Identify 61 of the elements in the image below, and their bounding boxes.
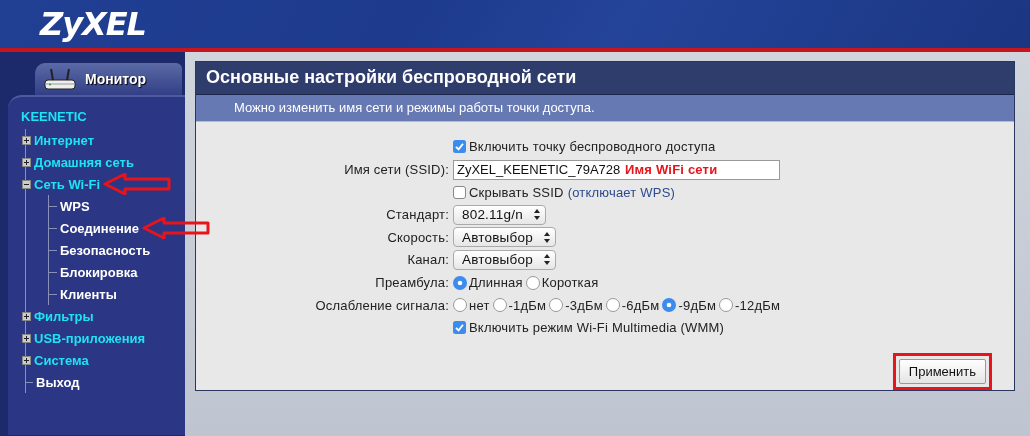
annotation-text: Имя WiFi сети <box>625 161 718 177</box>
updown-icon <box>542 230 551 244</box>
radio-button[interactable] <box>662 298 677 313</box>
submenu-item[interactable]: Клиенты <box>60 286 117 302</box>
apply-button[interactable]: Применить <box>898 359 986 384</box>
submenu-item[interactable]: Соединение <box>60 220 139 236</box>
field-label: Имя сети (SSID): <box>344 162 449 178</box>
radio-label: Длинная <box>469 275 523 290</box>
radio-button[interactable] <box>492 298 507 313</box>
radio-button[interactable] <box>605 298 620 313</box>
menu-item[interactable]: Фильтры <box>34 308 94 324</box>
updown-icon <box>542 253 551 267</box>
logo: ZyXEL <box>40 5 146 43</box>
radio-button[interactable] <box>525 275 540 290</box>
select-field[interactable]: Автовыбор <box>453 227 556 248</box>
radio-label: -3дБм <box>565 297 603 313</box>
radio-label: нет <box>469 297 490 313</box>
expand-icon[interactable] <box>22 355 31 365</box>
checkbox[interactable] <box>453 140 466 154</box>
checkbox[interactable] <box>453 185 466 199</box>
panel-title: Основные настройки беспроводной сети <box>196 62 1014 95</box>
expand-icon[interactable] <box>22 311 31 321</box>
device-title: KEENETIC <box>21 109 88 126</box>
submenu-item[interactable]: Блокировка <box>60 264 138 280</box>
checkbox-label: Включить режим Wi-Fi Multimedia (WMM) <box>469 320 725 336</box>
radio-label: Короткая <box>541 275 599 290</box>
monitor-tab[interactable]: Монитор <box>35 63 182 95</box>
field-label: Стандарт: <box>386 207 449 223</box>
field-label: Ослабление сигнала: <box>315 297 449 313</box>
checkbox-label: Скрывать SSID <box>469 184 564 200</box>
expand-icon[interactable] <box>22 333 31 343</box>
field-label: Скорость: <box>387 229 449 245</box>
radio-button[interactable] <box>549 298 564 313</box>
updown-icon <box>532 208 541 222</box>
field-label: Преамбула: <box>375 275 449 290</box>
panel-subtitle: Можно изменить имя сети и режимы работы точки доступа. <box>196 94 1014 122</box>
radio-button[interactable] <box>719 298 734 313</box>
field-label: Канал: <box>407 252 449 268</box>
radio-label: -6дБм <box>621 297 660 313</box>
checkbox-label: Включить точку беспроводного доступа <box>469 139 716 155</box>
menu-item[interactable]: Домашняя сеть <box>34 154 134 170</box>
submenu-item[interactable]: Безопасность <box>60 242 151 258</box>
collapse-icon[interactable] <box>22 179 31 189</box>
select-field[interactable]: 802.11g/n <box>453 204 546 225</box>
menu-item[interactable]: USB-приложения <box>34 330 146 346</box>
hint-text: (отключает WPS) <box>567 184 676 200</box>
radio-button[interactable] <box>453 298 467 313</box>
expand-icon[interactable] <box>22 157 31 167</box>
router-icon <box>43 67 77 91</box>
checkbox[interactable] <box>453 321 466 335</box>
radio-label: -12дБм <box>735 297 781 313</box>
menu-item[interactable]: Система <box>34 352 89 368</box>
expand-icon[interactable] <box>22 135 31 145</box>
submenu-item[interactable]: WPS <box>60 198 90 214</box>
radio-label: -9дБм <box>678 297 717 313</box>
menu-item[interactable]: Интернет <box>34 132 94 148</box>
menu-item[interactable]: Сеть Wi-Fi <box>34 176 101 192</box>
select-field[interactable]: Автовыбор <box>453 249 556 270</box>
radio-button[interactable] <box>453 275 467 290</box>
menu-item[interactable]: Выход <box>36 374 80 390</box>
radio-label: -1дБм <box>508 297 547 313</box>
